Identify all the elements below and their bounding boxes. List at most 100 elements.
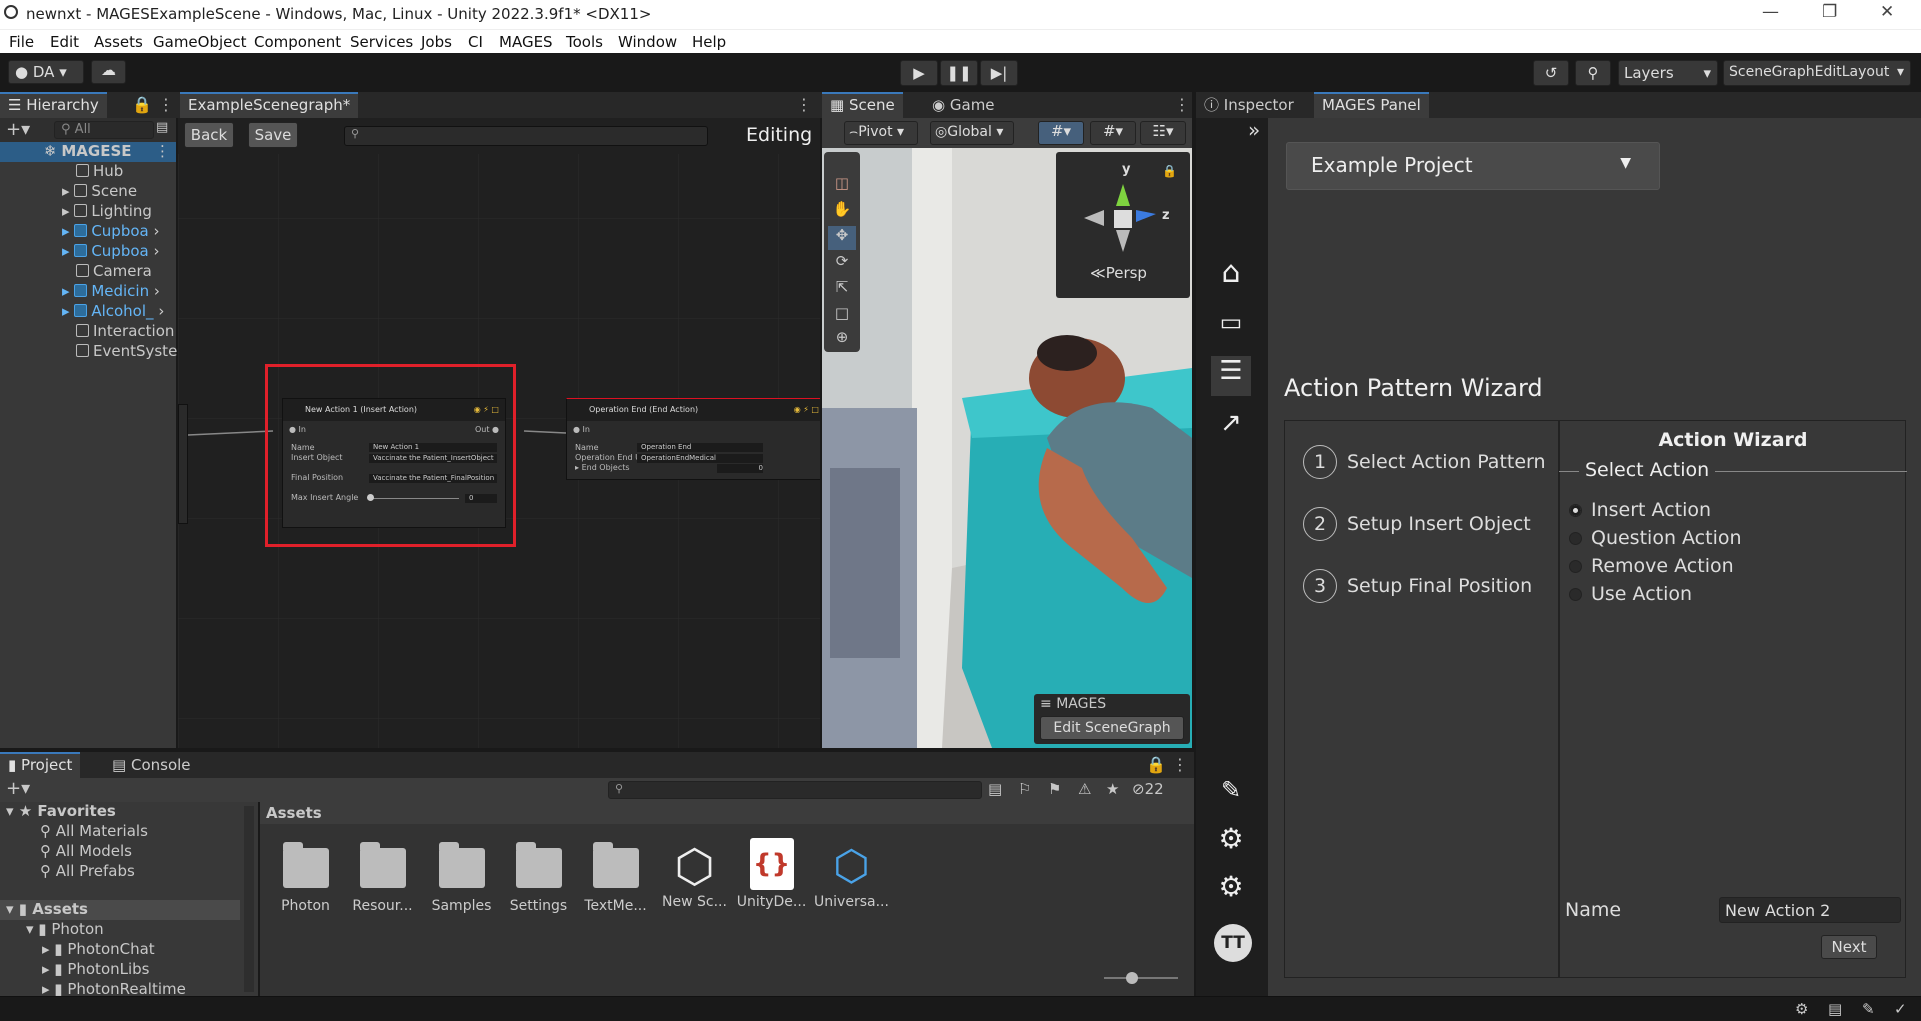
wizard-step-2[interactable]: 2 Setup Insert Object	[1303, 507, 1531, 541]
hierarchy-item[interactable]: EventSyste	[76, 342, 177, 362]
search-by-type-icon[interactable]: ▤	[988, 780, 1002, 798]
lock-icon[interactable]: 🔒	[1146, 755, 1166, 774]
add-icon[interactable]: +▾	[6, 778, 30, 799]
wizard-step-3[interactable]: 3 Setup Final Position	[1303, 569, 1532, 603]
project-search-input[interactable]: ⚲	[608, 781, 982, 799]
in-port[interactable]: ● In	[573, 425, 590, 434]
favorite-item[interactable]: ⚲ All Prefabs	[40, 862, 135, 880]
radio-remove-action[interactable]: Remove Action	[1569, 555, 1734, 577]
zoom-slider[interactable]	[1104, 977, 1178, 979]
lock-icon[interactable]: 🔒	[1162, 164, 1177, 178]
menu-component[interactable]: Component	[254, 33, 341, 51]
filter-type-icon[interactable]: ⚐	[1018, 780, 1031, 798]
menu-mages[interactable]: MAGES	[499, 33, 553, 51]
slider-handle[interactable]	[367, 494, 374, 501]
asset-package[interactable]: ⬡ Universa...	[814, 838, 889, 910]
prefab-field[interactable]: OperationEndMedical	[637, 454, 763, 463]
hierarchy-item[interactable]: ▸ Lighting	[62, 202, 152, 222]
node-icons[interactable]: ◉ ⚡ □	[794, 399, 819, 421]
close-icon[interactable]: ✕	[1880, 2, 1894, 22]
pause-button[interactable]: ❚❚	[940, 60, 978, 86]
chevron-right-icon[interactable]: ›	[154, 222, 160, 240]
hierarchy-item[interactable]: Hub	[76, 162, 123, 182]
name-field[interactable]: Operation End	[637, 443, 763, 452]
warning-icon[interactable]: ⚠	[1078, 780, 1091, 798]
rotate-tool-icon[interactable]: ⟳	[828, 252, 856, 276]
back-button[interactable]: Back	[184, 122, 234, 148]
favorite-item[interactable]: ⚲ All Materials	[40, 822, 148, 840]
scenegraph-search-input[interactable]: ⚲	[344, 126, 708, 146]
star-icon[interactable]: ★	[1106, 780, 1119, 798]
menu-help[interactable]: Help	[692, 33, 726, 51]
end-objects-foldout[interactable]: ▸ End Objects	[575, 463, 630, 472]
account-dropdown[interactable]: ● DA ▾	[8, 60, 84, 84]
project-dropdown[interactable]: Example Project ▼	[1286, 142, 1660, 190]
gear-icon[interactable]: ⚙	[1211, 870, 1251, 910]
more-menu-icon[interactable]: ⋮	[155, 142, 170, 160]
filter-icon[interactable]: ▤	[156, 120, 168, 135]
scenegraph-icon[interactable]: ☰	[1211, 356, 1251, 396]
favorites-header[interactable]: ▾ ★ Favorites	[6, 802, 116, 820]
lock-icon[interactable]: 🔒	[132, 95, 152, 114]
menu-jobs[interactable]: Jobs	[421, 33, 452, 51]
tree-scrollbar[interactable]	[244, 806, 254, 992]
wizard-step-1[interactable]: 1 Select Action Pattern	[1303, 445, 1546, 479]
menu-services[interactable]: Services	[350, 33, 413, 51]
tab-hierarchy[interactable]: ☰ Hierarchy	[0, 92, 107, 118]
hierarchy-item[interactable]: Interaction	[76, 322, 174, 342]
step-button[interactable]: ▶|	[980, 60, 1018, 86]
tree-item[interactable]: ▾ ▮ Photon	[26, 920, 104, 938]
node-icons[interactable]: ◉ ⚡ □	[474, 399, 499, 421]
home-icon[interactable]: ⌂	[1211, 255, 1251, 295]
tab-inspector[interactable]: ⓘ Inspector	[1196, 92, 1302, 118]
global-dropdown[interactable]: ◎Global ▾	[930, 121, 1014, 145]
more-menu-icon[interactable]: ⋮	[158, 95, 174, 114]
zoom-slider-handle[interactable]	[1126, 972, 1138, 984]
tree-item[interactable]: ▸ ▮ PhotonChat	[42, 940, 155, 958]
out-port[interactable]: Out ●	[475, 425, 499, 434]
tab-scene[interactable]: ▦ Scene	[822, 92, 903, 118]
asset-folder[interactable]: Photon	[268, 842, 343, 914]
next-button[interactable]: Next	[1821, 935, 1877, 959]
in-port[interactable]: ● In	[289, 425, 306, 434]
radio-insert-action[interactable]: Insert Action	[1569, 499, 1711, 521]
diagnostics-icon[interactable]: ✎	[1862, 1000, 1875, 1018]
menu-ci[interactable]: CI	[468, 33, 483, 51]
radio-use-action[interactable]: Use Action	[1569, 583, 1692, 605]
layers-dropdown[interactable]: Layers ▾	[1618, 60, 1718, 86]
angle-slider[interactable]	[369, 498, 459, 499]
avatar[interactable]: TT	[1214, 924, 1252, 962]
grid-snap-toggle[interactable]: #▾	[1038, 121, 1084, 145]
settings-search-icon[interactable]: ⚙	[1211, 822, 1251, 862]
name-input[interactable]: New Action 2	[1719, 897, 1901, 923]
history-button[interactable]: ↺	[1533, 60, 1569, 86]
final-position-field[interactable]: Vaccinate the Patient_FinalPosition	[369, 474, 497, 483]
scenegraph-canvas[interactable]: Back Save ⚲ Editing New Action 1 (Insert…	[178, 118, 820, 748]
hierarchy-item[interactable]: ▸ Cupboa ›	[62, 242, 160, 262]
transform-tool-icon[interactable]: ⊕	[828, 328, 856, 352]
move-tool-icon[interactable]: ✥	[828, 226, 856, 250]
check-icon[interactable]: ✓	[1894, 1000, 1907, 1018]
asset-scene[interactable]: ⬡ New Sc...	[657, 838, 732, 910]
tab-console[interactable]: ▤ Console	[104, 752, 199, 778]
radio-question-action[interactable]: Question Action	[1569, 527, 1742, 549]
asset-folder[interactable]: Resour...	[345, 842, 420, 914]
menu-edit[interactable]: Edit	[50, 33, 79, 51]
hierarchy-search-input[interactable]: ⚲ All	[54, 121, 154, 139]
debug-icon[interactable]: ⚙	[1795, 1000, 1808, 1018]
menu-gameobject[interactable]: GameObject	[153, 33, 247, 51]
asset-folder[interactable]: TextMe...	[578, 842, 653, 914]
hierarchy-item[interactable]: ▸ Scene	[62, 182, 137, 202]
label-icon[interactable]: ⚑	[1048, 780, 1061, 798]
tree-item[interactable]: ▸ ▮ PhotonLibs	[42, 960, 149, 978]
end-action-node[interactable]: Operation End (End Action) ◉ ⚡ □ ● In Na…	[566, 398, 820, 480]
chevron-right-icon[interactable]: ›	[158, 302, 164, 320]
search-button[interactable]: ⚲	[1575, 60, 1611, 86]
layout-dropdown[interactable]: SceneGraphEditLayout ▾	[1723, 60, 1911, 86]
orientation-gizmo[interactable]: y z 🔒 ≪Persp	[1056, 152, 1190, 298]
snap-toggle[interactable]: #▾	[1090, 121, 1136, 145]
assets-root[interactable]: ▾ ▮ Assets	[0, 900, 240, 920]
tree-item[interactable]: ▸ ▮ PhotonRealtime	[42, 980, 186, 996]
more-menu-icon[interactable]: ⋮	[1172, 755, 1188, 774]
chevron-right-icon[interactable]: ›	[154, 282, 160, 300]
